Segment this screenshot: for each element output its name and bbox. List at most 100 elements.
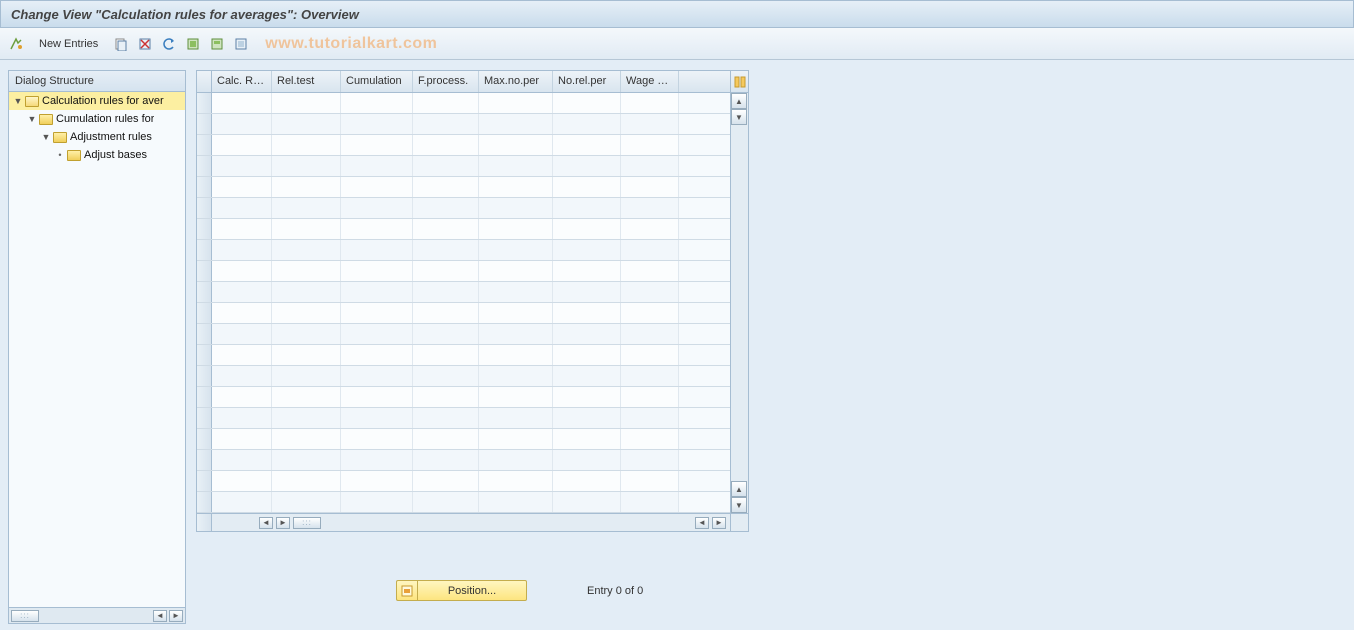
row-selector[interactable]	[197, 177, 212, 197]
row-selector[interactable]	[197, 408, 212, 428]
table-cell[interactable]	[341, 366, 413, 386]
row-selector[interactable]	[197, 429, 212, 449]
row-selector[interactable]	[197, 198, 212, 218]
table-cell[interactable]	[272, 261, 341, 281]
table-cell[interactable]	[553, 93, 621, 113]
table-cell[interactable]	[621, 408, 679, 428]
row-selector[interactable]	[197, 261, 212, 281]
tree-node[interactable]: ▼Adjustment rules	[9, 128, 185, 146]
table-cell[interactable]	[553, 114, 621, 134]
column-header[interactable]: Rel.test	[272, 71, 341, 92]
table-cell[interactable]	[413, 345, 479, 365]
table-cell[interactable]	[341, 114, 413, 134]
table-cell[interactable]	[272, 429, 341, 449]
table-cell[interactable]	[479, 282, 553, 302]
table-cell[interactable]	[212, 345, 272, 365]
column-header[interactable]: Max.no.per	[479, 71, 553, 92]
tree-expand-icon[interactable]: ▼	[41, 132, 51, 142]
table-cell[interactable]	[479, 429, 553, 449]
table-cell[interactable]	[479, 303, 553, 323]
table-cell[interactable]	[479, 114, 553, 134]
table-cell[interactable]	[212, 429, 272, 449]
hscroll-right-icon[interactable]: ►	[276, 517, 290, 529]
table-cell[interactable]	[553, 282, 621, 302]
row-selector[interactable]	[197, 366, 212, 386]
column-header[interactable]: Wage Ty...	[621, 71, 679, 92]
row-selector[interactable]	[197, 219, 212, 239]
table-cell[interactable]	[553, 387, 621, 407]
table-cell[interactable]	[553, 450, 621, 470]
table-cell[interactable]	[272, 387, 341, 407]
table-cell[interactable]	[479, 135, 553, 155]
vscroll-down-step-icon[interactable]: ▼	[731, 109, 747, 125]
table-cell[interactable]	[621, 114, 679, 134]
table-cell[interactable]	[479, 366, 553, 386]
table-cell[interactable]	[553, 366, 621, 386]
row-selector[interactable]	[197, 471, 212, 491]
table-cell[interactable]	[341, 261, 413, 281]
select-all-icon[interactable]	[183, 34, 203, 54]
table-cell[interactable]	[479, 387, 553, 407]
table-cell[interactable]	[212, 387, 272, 407]
table-vscroll[interactable]: ▲ ▼ ▲ ▼	[730, 93, 748, 513]
position-button[interactable]: Position...	[396, 580, 527, 601]
vscroll-up-icon[interactable]: ▲	[731, 93, 747, 109]
table-cell[interactable]	[621, 198, 679, 218]
scroll-left-icon[interactable]: ◄	[153, 610, 167, 622]
table-cell[interactable]	[479, 324, 553, 344]
tree-node[interactable]: ▼Calculation rules for aver	[9, 92, 185, 110]
table-cell[interactable]	[621, 303, 679, 323]
dialog-structure-tree[interactable]: ▼Calculation rules for aver▼Cumulation r…	[9, 92, 185, 607]
tree-node[interactable]: Adjust bases	[9, 146, 185, 164]
table-cell[interactable]	[272, 492, 341, 512]
copy-icon[interactable]	[111, 34, 131, 54]
column-header[interactable]: No.rel.per	[553, 71, 621, 92]
table-cell[interactable]	[341, 93, 413, 113]
table-cell[interactable]	[413, 93, 479, 113]
table-cell[interactable]	[212, 324, 272, 344]
tree-expand-icon[interactable]: ▼	[27, 114, 37, 124]
table-cell[interactable]	[413, 303, 479, 323]
table-cell[interactable]	[341, 219, 413, 239]
hscroll-left2-icon[interactable]: ◄	[695, 517, 709, 529]
table-cell[interactable]	[621, 387, 679, 407]
table-cell[interactable]	[553, 219, 621, 239]
table-cell[interactable]	[272, 282, 341, 302]
table-cell[interactable]	[341, 198, 413, 218]
new-entries-button[interactable]: New Entries	[30, 34, 107, 54]
table-cell[interactable]	[212, 198, 272, 218]
table-cell[interactable]	[272, 156, 341, 176]
table-cell[interactable]	[212, 177, 272, 197]
table-cell[interactable]	[479, 408, 553, 428]
undo-icon[interactable]	[159, 34, 179, 54]
table-cell[interactable]	[212, 261, 272, 281]
table-cell[interactable]	[212, 240, 272, 260]
row-selector[interactable]	[197, 345, 212, 365]
table-cell[interactable]	[272, 240, 341, 260]
scroll-right-icon[interactable]: ►	[169, 610, 183, 622]
table-cell[interactable]	[621, 93, 679, 113]
table-cell[interactable]	[479, 156, 553, 176]
table-cell[interactable]	[272, 219, 341, 239]
table-cell[interactable]	[341, 177, 413, 197]
table-cell[interactable]	[413, 429, 479, 449]
table-cell[interactable]	[621, 324, 679, 344]
table-cell[interactable]	[479, 450, 553, 470]
table-cell[interactable]	[272, 198, 341, 218]
table-cell[interactable]	[341, 471, 413, 491]
table-corner[interactable]	[197, 71, 212, 92]
table-cell[interactable]	[621, 135, 679, 155]
table-cell[interactable]	[212, 471, 272, 491]
table-cell[interactable]	[553, 492, 621, 512]
table-cell[interactable]	[212, 303, 272, 323]
table-cell[interactable]	[272, 324, 341, 344]
table-cell[interactable]	[621, 492, 679, 512]
vscroll-up-step-icon[interactable]: ▲	[731, 481, 747, 497]
table-cell[interactable]	[413, 282, 479, 302]
table-cell[interactable]	[413, 135, 479, 155]
table-cell[interactable]	[272, 345, 341, 365]
table-cell[interactable]	[621, 429, 679, 449]
table-cell[interactable]	[479, 492, 553, 512]
table-cell[interactable]	[621, 345, 679, 365]
row-selector[interactable]	[197, 156, 212, 176]
